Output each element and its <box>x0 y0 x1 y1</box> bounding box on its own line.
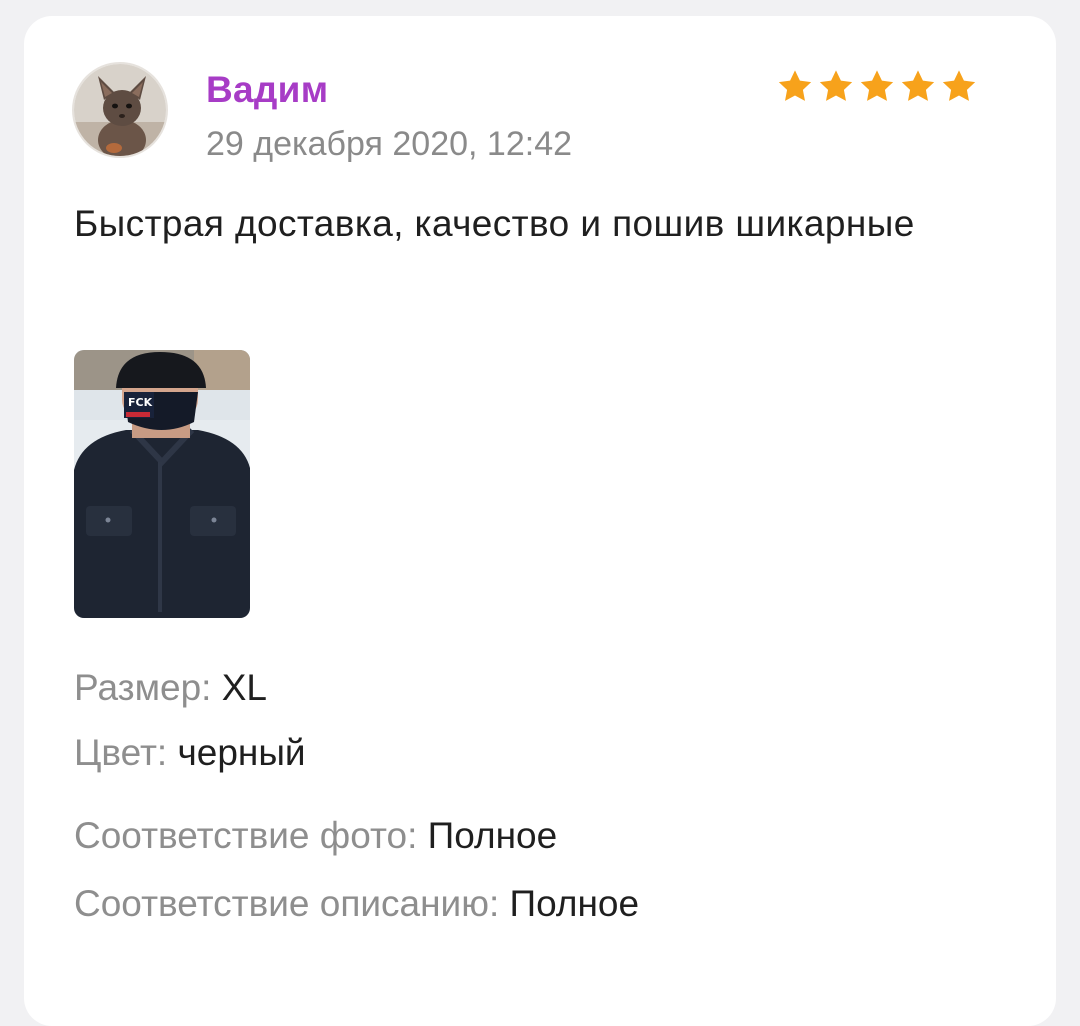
attribute-value: Полное <box>509 883 640 924</box>
star-icon <box>778 70 812 101</box>
attribute-label: Соответствие описанию: <box>74 883 500 924</box>
review-text: Быстрая доставка, качество и пошив шикар… <box>74 203 915 244</box>
review-card: Вадим 29 декабря 2020, 12:42 Быстрая дос… <box>24 16 1056 1026</box>
star-icon <box>901 70 935 101</box>
review-date: 29 декабря 2020, 12:42 <box>206 125 573 163</box>
attribute-label: Цвет: <box>74 732 168 773</box>
mask-print-label: FCK <box>128 396 153 409</box>
author-name[interactable]: Вадим <box>206 68 328 112</box>
attribute-value: Полное <box>427 815 558 856</box>
attribute-size: Размер: XL <box>74 666 267 710</box>
attribute-label: Соответствие фото: <box>74 815 418 856</box>
attribute-value: черный <box>177 732 306 773</box>
star-icon <box>860 70 894 101</box>
review-photo[interactable]: FCK <box>74 350 250 618</box>
user-avatar[interactable] <box>74 64 166 156</box>
star-icon <box>819 70 853 101</box>
rating-stars <box>776 68 978 106</box>
attribute-color: Цвет: черный <box>74 731 306 775</box>
attribute-photo-match: Соответствие фото: Полное <box>74 814 557 858</box>
attribute-value: XL <box>221 667 267 708</box>
attribute-description-match: Соответствие описанию: Полное <box>74 882 639 926</box>
attribute-label: Размер: <box>74 667 212 708</box>
star-icon <box>942 70 976 101</box>
